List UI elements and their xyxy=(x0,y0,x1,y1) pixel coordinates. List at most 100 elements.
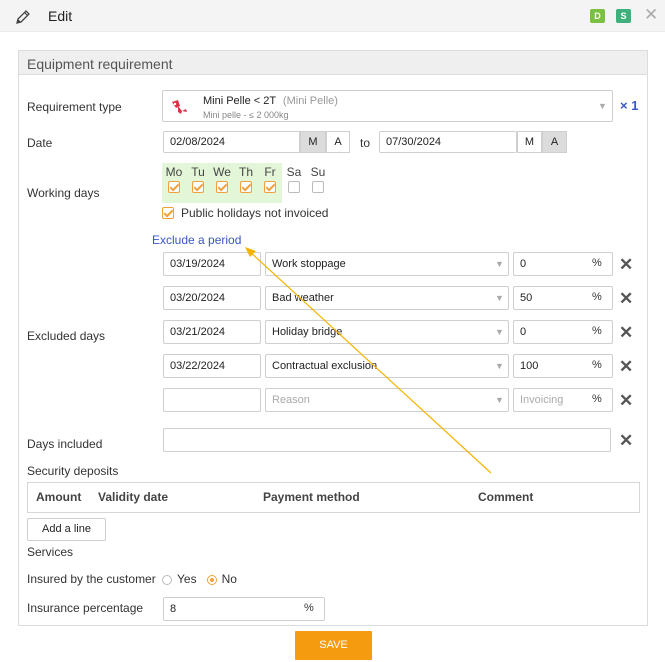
remove-row-icon[interactable]: ✕ xyxy=(619,256,633,273)
insured-yes-radio[interactable] xyxy=(162,575,172,585)
day-checkbox[interactable] xyxy=(264,181,276,193)
days-included-input[interactable] xyxy=(163,428,611,452)
remove-row-icon[interactable]: ✕ xyxy=(619,324,633,341)
pencil-icon xyxy=(16,10,30,24)
requirement-subtitle: Mini pelle - ≤ 2 000kg xyxy=(203,110,289,120)
invoicing-input[interactable]: 50% xyxy=(513,286,613,310)
end-afternoon-toggle[interactable]: A xyxy=(542,131,567,153)
start-date-input[interactable]: 02/08/2024 xyxy=(163,131,300,153)
working-days-grid: Mo Tu We Th Fr Sa Su xyxy=(162,163,330,203)
start-afternoon-toggle[interactable]: A xyxy=(326,131,350,153)
reason-select[interactable]: Bad weather ▼ xyxy=(265,286,509,310)
reason-value: Work stoppage xyxy=(272,258,346,270)
chevron-down-icon: ▼ xyxy=(495,395,504,405)
day-we[interactable]: We xyxy=(210,163,234,203)
column-comment: Comment xyxy=(478,490,534,504)
day-checkbox[interactable] xyxy=(168,181,180,193)
end-morning-toggle[interactable]: M xyxy=(517,131,542,153)
new-excluded-date-input[interactable] xyxy=(163,388,261,412)
page-title: Edit xyxy=(48,8,73,24)
column-amount: Amount xyxy=(36,490,82,504)
invoicing-input[interactable]: 100% xyxy=(513,354,613,378)
new-invoicing-input[interactable]: Invoicing % xyxy=(513,388,613,412)
public-holidays-option[interactable]: Public holidays not invoiced xyxy=(162,206,328,220)
clear-days-included-icon[interactable]: ✕ xyxy=(619,432,633,449)
insurance-value: 8 xyxy=(170,603,177,615)
panel-title: Equipment requirement xyxy=(27,56,173,72)
requirement-type-label: Requirement type xyxy=(27,100,122,114)
percent-sign: % xyxy=(592,291,602,303)
percent-sign: % xyxy=(592,393,602,405)
chevron-down-icon: ▼ xyxy=(495,293,504,303)
security-deposits-label: Security deposits xyxy=(27,464,119,478)
close-icon[interactable]: ✕ xyxy=(644,5,658,25)
working-days-label: Working days xyxy=(27,186,100,200)
to-label: to xyxy=(360,136,371,150)
reason-select[interactable]: Holiday bridge ▼ xyxy=(265,320,509,344)
day-checkbox[interactable] xyxy=(192,181,204,193)
remove-row-icon[interactable]: ✕ xyxy=(619,290,633,307)
day-label: Su xyxy=(310,165,326,179)
invoicing-placeholder: Invoicing xyxy=(520,394,564,406)
requirement-category: (Mini Pelle) xyxy=(282,95,338,107)
end-date-input[interactable]: 07/30/2024 xyxy=(379,131,517,153)
badge-s[interactable]: S xyxy=(616,9,631,23)
remove-row-icon[interactable]: ✕ xyxy=(619,358,633,375)
exclude-period-link[interactable]: Exclude a period xyxy=(152,233,241,247)
chevron-down-icon: ▼ xyxy=(495,327,504,337)
date-label: Date xyxy=(27,136,53,150)
remove-row-icon[interactable]: ✕ xyxy=(619,392,633,409)
save-button[interactable]: SAVE xyxy=(295,631,372,660)
excluded-date-input[interactable]: 03/20/2024 xyxy=(163,286,261,310)
public-holidays-checkbox[interactable] xyxy=(162,207,174,219)
excluded-date-input[interactable]: 03/21/2024 xyxy=(163,320,261,344)
excavator-icon xyxy=(172,100,187,114)
new-reason-select[interactable]: Reason ▼ xyxy=(265,388,509,412)
day-su[interactable]: Su xyxy=(306,163,330,203)
window-header xyxy=(0,0,665,32)
day-mo[interactable]: Mo xyxy=(162,163,186,203)
percent-sign: % xyxy=(592,325,602,337)
insured-label: Insured by the customer xyxy=(27,572,156,586)
day-checkbox[interactable] xyxy=(216,181,228,193)
day-label: Th xyxy=(238,165,253,179)
add-line-button[interactable]: Add a line xyxy=(27,518,106,541)
excluded-date-input[interactable]: 03/19/2024 xyxy=(163,252,261,276)
day-checkbox[interactable] xyxy=(312,181,324,193)
badge-d[interactable]: D xyxy=(590,9,605,23)
day-sa[interactable]: Sa xyxy=(282,163,306,203)
column-payment-method: Payment method xyxy=(263,490,360,504)
chevron-down-icon: ▼ xyxy=(495,259,504,269)
chevron-down-icon: ▼ xyxy=(598,101,607,111)
reason-placeholder: Reason xyxy=(272,394,310,406)
percent-sign: % xyxy=(592,257,602,269)
insured-no-radio[interactable] xyxy=(206,575,217,585)
invoicing-value: 0 xyxy=(520,258,527,270)
insured-no-label: No xyxy=(221,572,237,586)
day-checkbox[interactable] xyxy=(240,181,252,193)
insurance-percentage-label: Insurance percentage xyxy=(27,601,144,615)
day-checkbox[interactable] xyxy=(288,181,300,193)
day-th[interactable]: Th xyxy=(234,163,258,203)
percent-sign: % xyxy=(592,359,602,371)
invoicing-input[interactable]: 0% xyxy=(513,252,613,276)
day-tu[interactable]: Tu xyxy=(186,163,210,203)
public-holidays-label: Public holidays not invoiced xyxy=(181,206,329,220)
insurance-percentage-input[interactable]: 8 % xyxy=(163,597,325,621)
day-fr[interactable]: Fr xyxy=(258,163,282,203)
column-validity-date: Validity date xyxy=(98,490,169,504)
requirement-type-select[interactable]: Mini Pelle < 2T (Mini Pelle) Mini pelle … xyxy=(162,90,613,122)
invoicing-value: 100 xyxy=(520,360,539,372)
reason-select[interactable]: Contractual exclusion ▼ xyxy=(265,354,509,378)
days-included-label: Days included xyxy=(27,437,103,451)
services-label: Services xyxy=(27,545,74,559)
invoicing-value: 50 xyxy=(520,292,533,304)
reason-select[interactable]: Work stoppage ▼ xyxy=(265,252,509,276)
reason-value: Contractual exclusion xyxy=(272,360,378,372)
excluded-date-input[interactable]: 03/22/2024 xyxy=(163,354,261,378)
invoicing-value: 0 xyxy=(520,326,527,338)
day-label: Mo xyxy=(165,165,183,179)
insured-radio-group: Yes No xyxy=(162,572,237,586)
invoicing-input[interactable]: 0% xyxy=(513,320,613,344)
start-morning-toggle[interactable]: M xyxy=(300,131,326,153)
